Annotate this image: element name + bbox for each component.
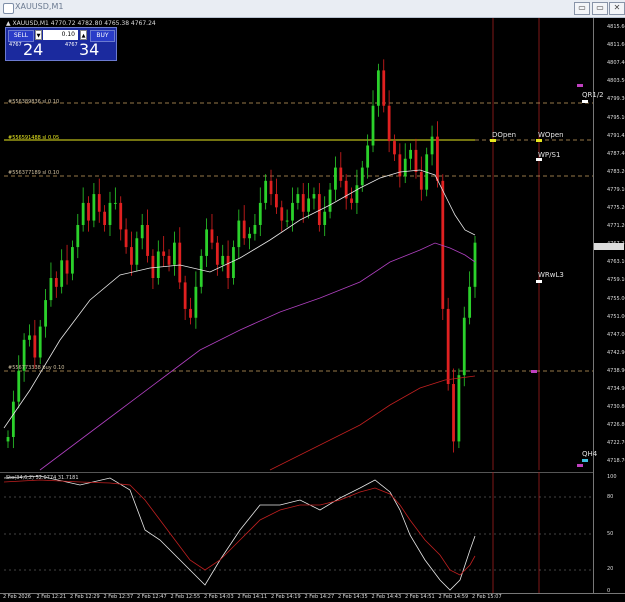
wps1-label: WP/S1 xyxy=(538,151,561,159)
time-axis-label: 2 Feb 14:03 xyxy=(204,594,234,600)
time-axis-label: 2 Feb 12:47 xyxy=(137,594,167,600)
price-scale-label: 4763.10 xyxy=(607,259,625,266)
price-scale-label: 4775.20 xyxy=(607,205,625,211)
lot-increase-icon[interactable]: ▲ xyxy=(80,30,87,40)
price-scale-label: 4771.20 xyxy=(607,223,625,230)
time-axis-label: 2 Feb 14:59 xyxy=(438,594,469,600)
price-scale-label: 4779.10 xyxy=(607,186,625,193)
time-axis-label: 2 Feb 12:29 xyxy=(70,594,100,600)
price-scale-label: 4795.10 xyxy=(607,114,625,121)
price-scale-label: 4783.20 xyxy=(607,168,625,175)
price-scale-label: 4738.90 xyxy=(607,367,625,374)
time-axis-label: 2 Feb 14:51 xyxy=(405,594,435,600)
stoch-scale-label: 50 xyxy=(607,531,614,537)
price-scale-label: 4815.60 xyxy=(607,24,625,30)
time-axis-label: 2 Feb 14:27 xyxy=(304,594,335,600)
stoch-scale-label: 0 xyxy=(607,588,611,594)
price-scale-label: 4799.30 xyxy=(607,96,625,103)
price-scale[interactable] xyxy=(593,18,625,593)
price-scale-label: 4730.80 xyxy=(607,404,625,411)
stoch-scale-label: 100 xyxy=(607,474,617,480)
order-level-label-3[interactable]: #556377189 sl 0.10 xyxy=(8,170,59,176)
price-scale-label: 4722.70 xyxy=(607,440,625,447)
window-title: XAUUSD,M1 xyxy=(15,2,64,11)
chart-window-icon xyxy=(3,3,14,14)
time-axis-label: 2 Feb 14:35 xyxy=(338,594,368,600)
price-scale-label: 4742.90 xyxy=(607,349,625,356)
order-level-label-2[interactable]: #556591488 sl 0.05 xyxy=(8,135,59,141)
time-axis-label: 2 Feb 12:37 xyxy=(103,594,134,600)
price-scale-label: 4747.00 xyxy=(607,331,625,338)
price-scale-label: 4759.10 xyxy=(607,277,625,284)
time-axis-label: 2 Feb 14:43 xyxy=(371,594,402,600)
price-scale-label: 4811.60 xyxy=(607,42,625,49)
wrwl3-label: WRwL3 xyxy=(538,271,564,279)
order-level-label-1[interactable]: #556389836 sl 0.10 xyxy=(8,99,59,105)
price-scale-label: 4807.40 xyxy=(607,60,625,67)
price-scale-label: 4718.70 xyxy=(607,458,625,465)
stoch-scale-label: 80 xyxy=(607,494,614,500)
sell-price-big[interactable]: 24 xyxy=(23,40,43,59)
maximize-button[interactable]: ▭ xyxy=(592,2,608,15)
price-scale-label: 4791.45 xyxy=(607,132,625,139)
stochastic-subwindow[interactable] xyxy=(0,472,593,594)
restore-button[interactable]: ▭ xyxy=(574,2,590,15)
time-axis-label: 2 Feb 14:19 xyxy=(271,594,301,600)
stoch-scale-label: 20 xyxy=(607,566,614,572)
one-click-trading-panel: SELL ▼ 0.10 ▲ BUY 4767 24 4767 34 xyxy=(5,27,117,61)
price-scale-label: 4734.90 xyxy=(607,386,625,392)
price-scale-label: 4755.00 xyxy=(607,295,625,302)
dopen-label: DOpen xyxy=(492,131,517,139)
time-axis-label: 2 Feb 12:55 xyxy=(170,594,201,600)
lot-dropdown-icon[interactable]: ▼ xyxy=(35,30,42,40)
order-level-label-4[interactable]: #556773338 buy 0.10 xyxy=(8,365,64,371)
window-titlebar: XAUUSD,M1 ▭ ▭ ✕ xyxy=(0,0,625,18)
main-chart-area[interactable] xyxy=(0,18,593,470)
time-axis-label: 2 Feb 15:07 xyxy=(472,594,502,600)
time-axis-label: 2 Feb 14:11 xyxy=(237,594,268,600)
stochastic-label: Sto(34,6,2) 52.0774 31.7181 xyxy=(6,475,79,481)
qr12-label: QR1/2 xyxy=(582,91,604,99)
price-scale-label: 4787.40 xyxy=(607,150,625,157)
price-scale-label: 4767.24 xyxy=(607,241,625,248)
qh4-label: QH4 xyxy=(582,450,598,458)
buy-price-prefix[interactable]: 4767 xyxy=(65,42,78,48)
time-axis-label: 2 Feb 12:21 xyxy=(36,594,67,600)
buy-price-big[interactable]: 34 xyxy=(79,40,99,59)
price-scale-label: 4726.80 xyxy=(607,422,625,429)
symbol-info: ▲ XAUUSD,M1 4770.72 4782.80 4765.38 4767… xyxy=(6,20,156,27)
time-axis-label: 2 Feb 2026 xyxy=(3,594,31,600)
price-scale-label: 4803.50 xyxy=(607,78,625,85)
wopen-label: WOpen xyxy=(538,131,564,139)
sell-price-prefix[interactable]: 4767 xyxy=(9,42,22,48)
lot-size-input[interactable]: 0.10 xyxy=(43,30,78,40)
price-scale-label: 4751.00 xyxy=(607,313,625,320)
close-button[interactable]: ✕ xyxy=(609,2,625,15)
